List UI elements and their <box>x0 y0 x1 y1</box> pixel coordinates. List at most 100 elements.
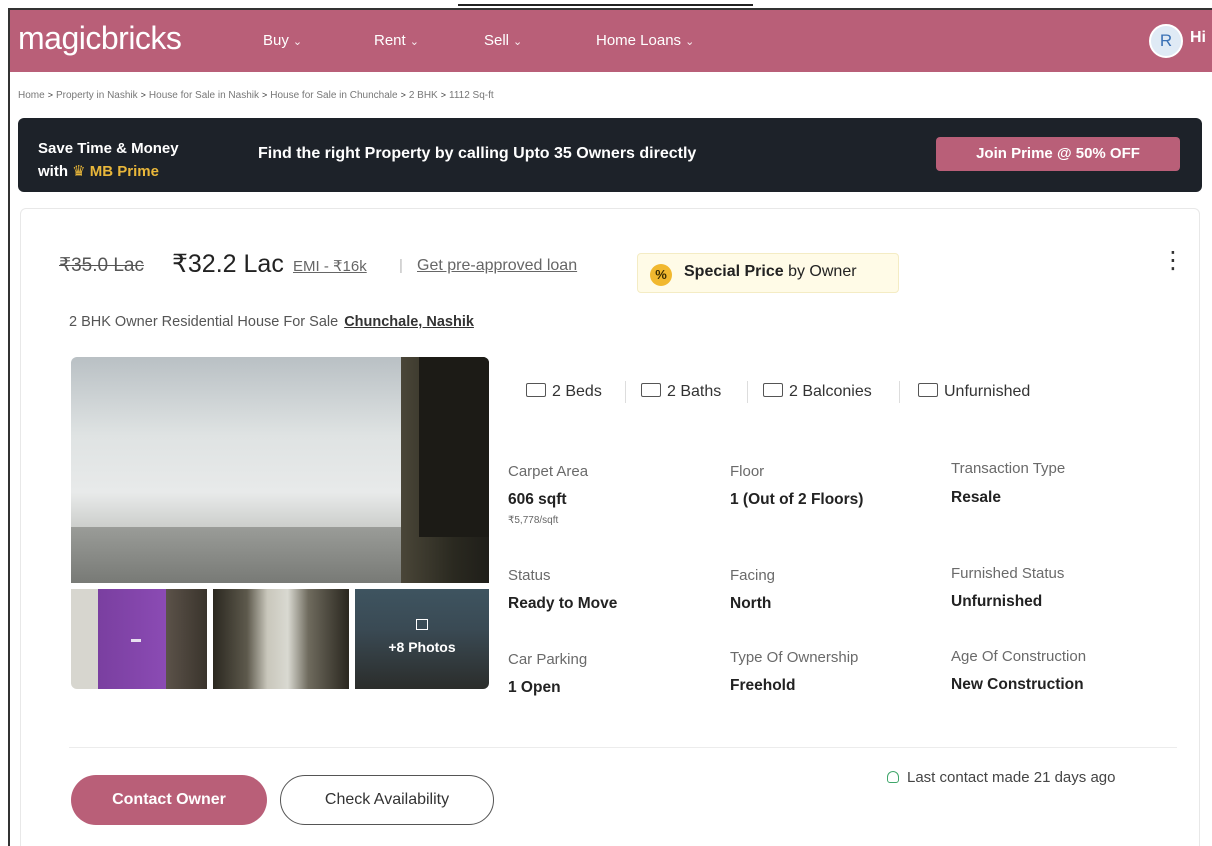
prime-banner: Save Time & Money with ♛ MB Prime Find t… <box>18 118 1202 192</box>
nav-buy-label: Buy <box>263 32 289 49</box>
card-divider <box>69 747 1177 748</box>
prime-tagline: Save Time & Money with ♛ MB Prime <box>38 137 179 183</box>
amenity-beds: 2 Beds <box>526 383 602 401</box>
balcony-icon <box>763 383 783 397</box>
user-avatar[interactable]: R <box>1149 24 1183 58</box>
prime-with-label: with <box>38 163 68 180</box>
breadcrumb-home[interactable]: Home <box>18 90 45 101</box>
summary-label: Furnished Status <box>951 565 1065 582</box>
breadcrumb-house-nashik[interactable]: House for Sale in Nashik <box>149 90 259 101</box>
summary-value: 1 (Out of 2 Floors) <box>730 491 864 508</box>
photo-door-handle <box>131 639 141 642</box>
location-link[interactable]: Chunchale, Nashik <box>344 314 474 330</box>
summary-value: New Construction <box>951 676 1084 693</box>
summary-label: Car Parking <box>508 651 588 668</box>
summary-value: 1 Open <box>508 679 561 696</box>
furnish-icon <box>918 383 938 397</box>
photo-thumbnail-1[interactable] <box>71 589 207 689</box>
page-top-strip <box>0 0 1212 8</box>
more-photos-label: +8 Photos <box>388 639 456 655</box>
amenity-furnishing: Unfurnished <box>918 383 1030 401</box>
chevron-right-icon: > <box>261 90 268 100</box>
greeting-text: Hi <box>1190 29 1206 46</box>
more-options-icon[interactable]: ⋮ <box>1161 249 1185 273</box>
top-navbar: magicbricks Buy ⌄ Rent ⌄ Sell ⌄ Home Loans ⌄… <box>10 10 1212 72</box>
chevron-right-icon: > <box>140 90 146 100</box>
chevron-down-icon: ⌄ <box>409 36 419 48</box>
nav-home-loans-label: Home Loans <box>596 32 682 49</box>
summary-label: Floor <box>730 463 765 480</box>
summary-label: Age Of Construction <box>951 648 1087 665</box>
chevron-right-icon: > <box>440 90 446 100</box>
scan-mark <box>458 4 753 6</box>
amenity-furnishing-label: Unfurnished <box>944 383 1031 400</box>
breadcrumb-area: 1112 Sq-ft <box>449 90 494 101</box>
summary-label: Facing <box>730 567 776 584</box>
last-contact-info: Last contact made 21 days ago <box>887 769 1115 786</box>
summary-value: Ready to Move <box>508 595 618 612</box>
nav-rent[interactable]: Rent ⌄ <box>374 32 419 49</box>
prime-brand: MB Prime <box>89 163 159 180</box>
summary-value: North <box>730 595 772 612</box>
photo-thumbnail-2[interactable] <box>213 589 349 689</box>
bed-icon <box>526 383 546 397</box>
summary-value: Resale <box>951 489 1001 506</box>
listing-title-text: 2 BHK Owner Residential House For Sale <box>69 314 339 330</box>
prime-line-2: with ♛ MB Prime <box>38 160 179 183</box>
property-card: ₹35.0 Lac ₹32.2 Lac EMI - ₹16k | Get pre… <box>20 208 1200 846</box>
amenity-beds-label: 2 Beds <box>552 383 602 400</box>
discount-icon: % <box>650 264 672 286</box>
chevron-right-icon: > <box>47 90 53 100</box>
bath-icon <box>641 383 661 397</box>
chevron-down-icon: ⌄ <box>685 36 695 48</box>
current-price: ₹32.2 Lac <box>172 250 284 278</box>
nav-home-loans[interactable]: Home Loans ⌄ <box>596 32 694 49</box>
breadcrumb: Home > Property in Nashik > House for Sale i… <box>18 90 494 101</box>
special-price-rest: by Owner <box>788 263 857 280</box>
main-photo[interactable] <box>71 357 489 583</box>
chevron-down-icon: ⌄ <box>513 36 523 48</box>
last-contact-text: Last contact made 21 days ago <box>907 769 1116 786</box>
prime-line-1: Save Time & Money <box>38 140 179 157</box>
chevron-right-icon: > <box>400 90 406 100</box>
summary-value: Freehold <box>730 677 796 694</box>
summary-label: Status <box>508 567 551 584</box>
crown-icon: ♛ <box>72 163 86 180</box>
breadcrumb-2bhk[interactable]: 2 BHK <box>409 90 438 101</box>
photo-thumbnail-more[interactable]: +8 Photos <box>355 589 489 689</box>
nav-rent-label: Rent <box>374 32 406 49</box>
chevron-down-icon: ⌄ <box>292 36 303 48</box>
summary-value: Unfurnished <box>951 593 1043 610</box>
amenity-divider <box>625 381 626 403</box>
emi-link[interactable]: EMI - ₹16k <box>293 257 367 275</box>
special-price-bold: Special Price <box>684 263 784 280</box>
amenity-divider <box>899 381 900 403</box>
photo-floor <box>71 527 401 583</box>
breadcrumb-property-nashik[interactable]: Property in Nashik <box>56 90 138 101</box>
pre-approved-loan-link[interactable]: Get pre-approved loan <box>417 257 577 275</box>
amenity-balconies-label: 2 Balconies <box>789 383 872 400</box>
join-prime-button[interactable]: Join Prime @ 50% OFF <box>936 137 1180 171</box>
contact-owner-button[interactable]: Contact Owner <box>71 775 267 825</box>
special-price-text: Special Price by Owner <box>684 263 857 281</box>
listing-title: 2 BHK Owner Residential House For Sale Ch… <box>69 314 474 330</box>
site-logo[interactable]: magicbricks <box>18 20 182 57</box>
person-icon <box>887 771 899 783</box>
gallery-icon <box>416 619 428 630</box>
special-price-badge: % Special Price by Owner <box>637 253 899 293</box>
amenity-divider <box>747 381 748 403</box>
prime-message: Find the right Property by calling Upto … <box>258 145 697 162</box>
summary-label: Carpet Area <box>508 463 589 480</box>
nav-buy[interactable]: Buy ⌄ <box>263 32 302 49</box>
photo-door <box>419 357 489 537</box>
amenity-baths: 2 Baths <box>641 383 721 401</box>
check-availability-button[interactable]: Check Availability <box>280 775 494 825</box>
price-divider: | <box>399 257 403 274</box>
breadcrumb-house-chunchale[interactable]: House for Sale in Chunchale <box>270 90 397 101</box>
summary-label: Transaction Type <box>951 460 1066 477</box>
nav-sell[interactable]: Sell ⌄ <box>484 32 522 49</box>
price-per-sqft: ₹5,778/sqft <box>508 515 559 526</box>
summary-value: 606 sqft <box>508 491 567 508</box>
nav-sell-label: Sell <box>484 32 510 49</box>
amenity-baths-label: 2 Baths <box>667 383 722 400</box>
